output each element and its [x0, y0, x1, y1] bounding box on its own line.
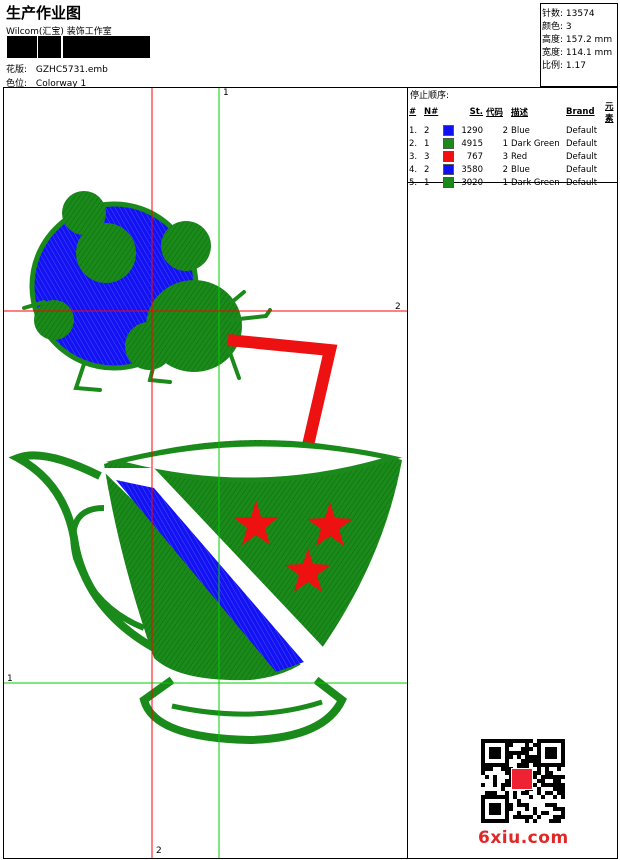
row-brand: Default — [566, 138, 598, 149]
row-needle: 2 — [424, 164, 430, 175]
color-swatch — [443, 164, 454, 175]
col-stitches: St. — [469, 107, 483, 117]
row-element — [605, 124, 620, 137]
table-row: 1. 2 1290 2 Blue Default — [409, 124, 620, 137]
row-code: 1 — [502, 177, 508, 188]
col-description: 描述 — [511, 108, 529, 118]
row-stitches: 4915 — [443, 137, 486, 150]
color-swatch — [443, 125, 454, 136]
design-label: 花版: — [6, 65, 28, 75]
row-index: 2. — [409, 138, 418, 149]
row-stitches: 3020 — [443, 176, 486, 189]
guide-label-top: 1 — [223, 88, 229, 98]
row-needle: 1 — [424, 138, 430, 149]
color-swatch — [443, 138, 454, 149]
row-element — [605, 163, 620, 176]
row-needle: 1 — [424, 177, 430, 188]
stat-scale: 比例: 1.17 — [542, 61, 586, 71]
row-stitches: 767 — [443, 150, 486, 163]
table-row: 4. 2 3580 2 Blue Default — [409, 163, 620, 176]
col-brand: Brand — [566, 107, 595, 117]
row-needle: 3 — [424, 151, 430, 162]
row-code: 2 — [502, 125, 508, 136]
row-element — [605, 150, 620, 163]
stat-height: 高度: 157.2 mm — [542, 35, 613, 45]
row-index: 4. — [409, 164, 418, 175]
guide-label-bottom: 2 — [156, 846, 162, 856]
row-brand: Default — [566, 164, 598, 175]
row-stitches: 1290 — [443, 124, 486, 137]
stat-colors: 颜色: 3 — [542, 22, 572, 32]
table-row: 5. 1 3020 1 Dark Green Default — [409, 176, 620, 189]
row-brand: Default — [566, 125, 598, 136]
table-header-row: # N# St. 代码 描述 Brand 元素 — [409, 100, 620, 124]
row-index: 5. — [409, 177, 418, 188]
row-code: 3 — [502, 151, 508, 162]
row-element — [605, 176, 620, 189]
col-element: 元素 — [605, 102, 614, 124]
col-index: # — [409, 107, 417, 117]
row-description: Blue — [511, 164, 530, 175]
table-row: 2. 1 4915 1 Dark Green Default — [409, 137, 620, 150]
qr-logo-stamp — [511, 768, 533, 790]
row-brand: Default — [566, 177, 598, 188]
teacup-motif — [8, 439, 402, 745]
row-index: 1. — [409, 125, 418, 136]
row-stitches: 3580 — [443, 163, 486, 176]
stop-sequence-table: # N# St. 代码 描述 Brand 元素 1. 2 1290 2 Blue Defa… — [409, 100, 620, 189]
watermark-logo: 6xiu.com — [478, 828, 569, 848]
stat-stitches: 针数: 13574 — [542, 9, 595, 19]
stat-width: 宽度: 114.1 mm — [542, 48, 613, 58]
row-brand: Default — [566, 151, 598, 162]
barcode — [7, 36, 150, 58]
col-code: 代码 — [486, 108, 504, 118]
row-description: Dark Green — [511, 177, 560, 188]
row-description: Dark Green — [511, 138, 560, 149]
page-title: 生产作业图 — [6, 4, 82, 22]
color-swatch — [443, 177, 454, 188]
ladybug-motif — [22, 191, 272, 392]
row-needle: 2 — [424, 125, 430, 136]
table-row: 3. 3 767 3 Red Default — [409, 150, 620, 163]
row-code: 2 — [502, 164, 508, 175]
color-swatch — [443, 151, 454, 162]
row-index: 3. — [409, 151, 418, 162]
design-file-row: 花版: GZHC5731.emb — [6, 62, 108, 75]
embroidery-design — [4, 88, 407, 858]
row-code: 1 — [502, 138, 508, 149]
guide-label-left: 1 — [7, 674, 13, 684]
row-description: Red — [511, 151, 528, 162]
col-needle: N# — [424, 107, 439, 117]
row-description: Blue — [511, 125, 530, 136]
guide-label-right: 2 — [395, 302, 401, 312]
design-file-name: GZHC5731.emb — [35, 65, 108, 75]
row-element — [605, 137, 620, 150]
